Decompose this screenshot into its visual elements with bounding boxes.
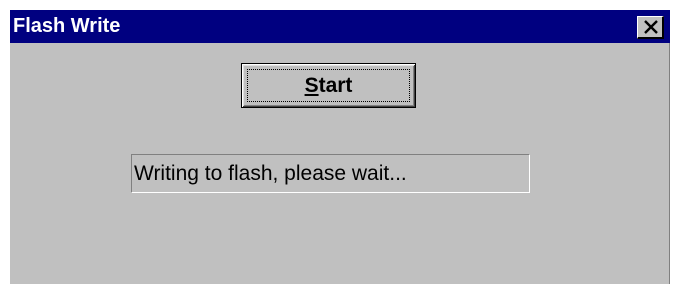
start-button-label: Start (242, 64, 415, 107)
start-button[interactable]: Start (241, 63, 416, 108)
start-label-rest: tart (318, 74, 353, 97)
status-field: Writing to flash, please wait... (131, 154, 530, 193)
start-accelerator-key: S (304, 74, 319, 97)
close-icon (644, 20, 658, 34)
close-button[interactable] (637, 16, 664, 39)
window-title: Flash Write (13, 15, 121, 37)
title-bar[interactable]: Flash Write (10, 10, 670, 43)
flash-write-dialog: Flash Write Start Writing to flash, plea… (10, 10, 670, 284)
status-message: Writing to flash, please wait... (134, 162, 407, 185)
